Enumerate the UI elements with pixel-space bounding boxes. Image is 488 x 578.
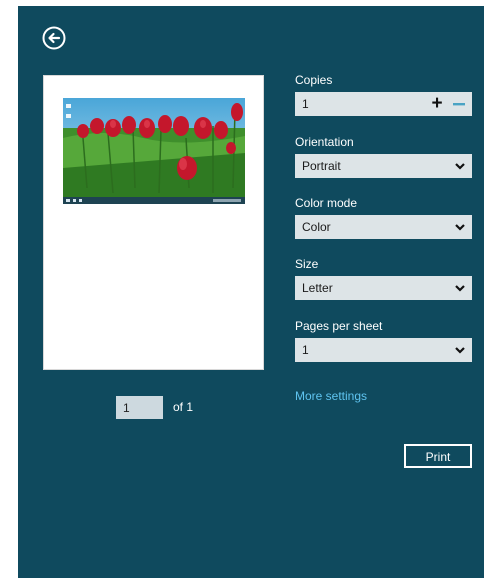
- more-settings-link[interactable]: More settings: [295, 389, 367, 403]
- pages-per-sheet-label: Pages per sheet: [295, 319, 383, 333]
- chevron-down-icon: [455, 163, 465, 170]
- chevron-down-icon: [455, 224, 465, 231]
- print-panel: of 1 Copies 1 + Orientation Portrait Col…: [18, 6, 484, 578]
- plus-icon[interactable]: +: [428, 92, 446, 116]
- size-value: Letter: [302, 281, 333, 295]
- back-arrow-icon[interactable]: [42, 26, 66, 50]
- orientation-label: Orientation: [295, 135, 354, 149]
- chevron-down-icon: [455, 285, 465, 292]
- copies-field[interactable]: 1 +: [295, 92, 472, 116]
- print-preview-page: [44, 76, 263, 369]
- size-label: Size: [295, 257, 319, 271]
- color-mode-label: Color mode: [295, 196, 358, 210]
- copies-label: Copies: [295, 73, 333, 87]
- copies-value: 1: [302, 97, 309, 111]
- pages-per-sheet-select[interactable]: 1: [295, 338, 472, 362]
- pages-per-sheet-value: 1: [302, 343, 309, 357]
- print-button[interactable]: Print: [404, 444, 472, 468]
- preview-image: [63, 98, 245, 204]
- size-select[interactable]: Letter: [295, 276, 472, 300]
- chevron-down-icon: [455, 347, 465, 354]
- minus-icon[interactable]: [450, 92, 468, 116]
- page-count-label: of 1: [173, 400, 194, 414]
- page-number-input[interactable]: [116, 396, 163, 419]
- color-mode-select[interactable]: Color: [295, 215, 472, 239]
- orientation-value: Portrait: [302, 159, 341, 173]
- orientation-select[interactable]: Portrait: [295, 154, 472, 178]
- color-mode-value: Color: [302, 220, 331, 234]
